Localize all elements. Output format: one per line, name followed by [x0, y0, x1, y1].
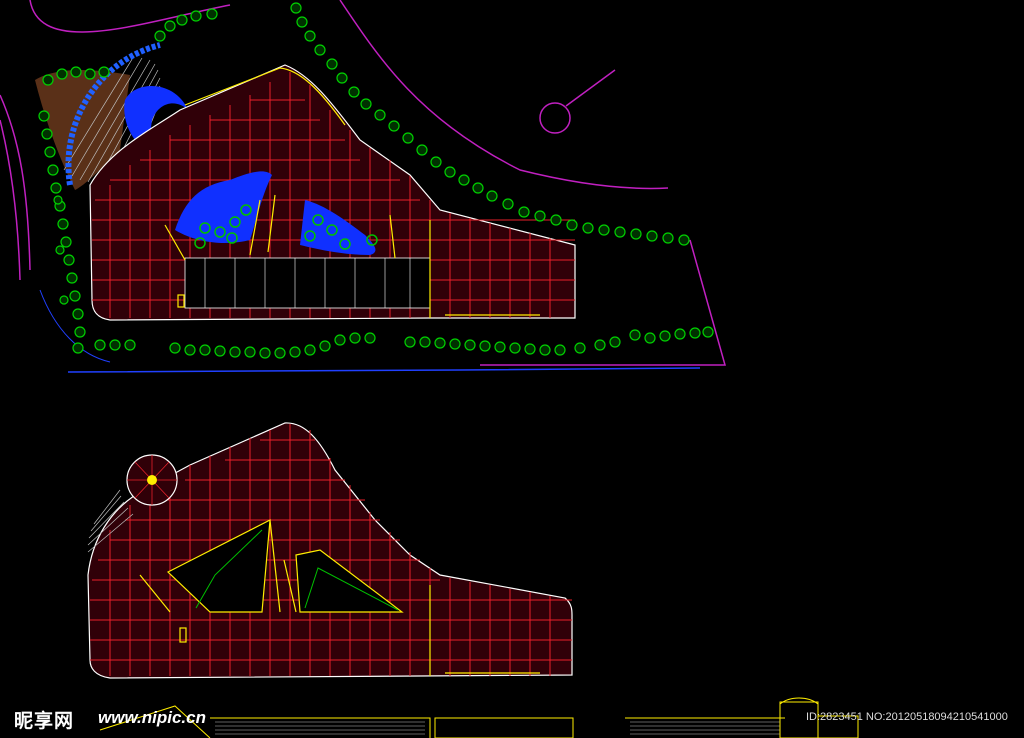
watermark-logo: 昵享网: [14, 710, 75, 732]
watermark-url: www.nipic.cn: [98, 708, 206, 727]
watermark-id: ID:2823451 NO:20120518094210541000: [806, 711, 1008, 723]
cad-drawing-canvas: [0, 0, 1024, 738]
corridor-strip: [184, 257, 431, 309]
round-tower: [126, 454, 178, 506]
